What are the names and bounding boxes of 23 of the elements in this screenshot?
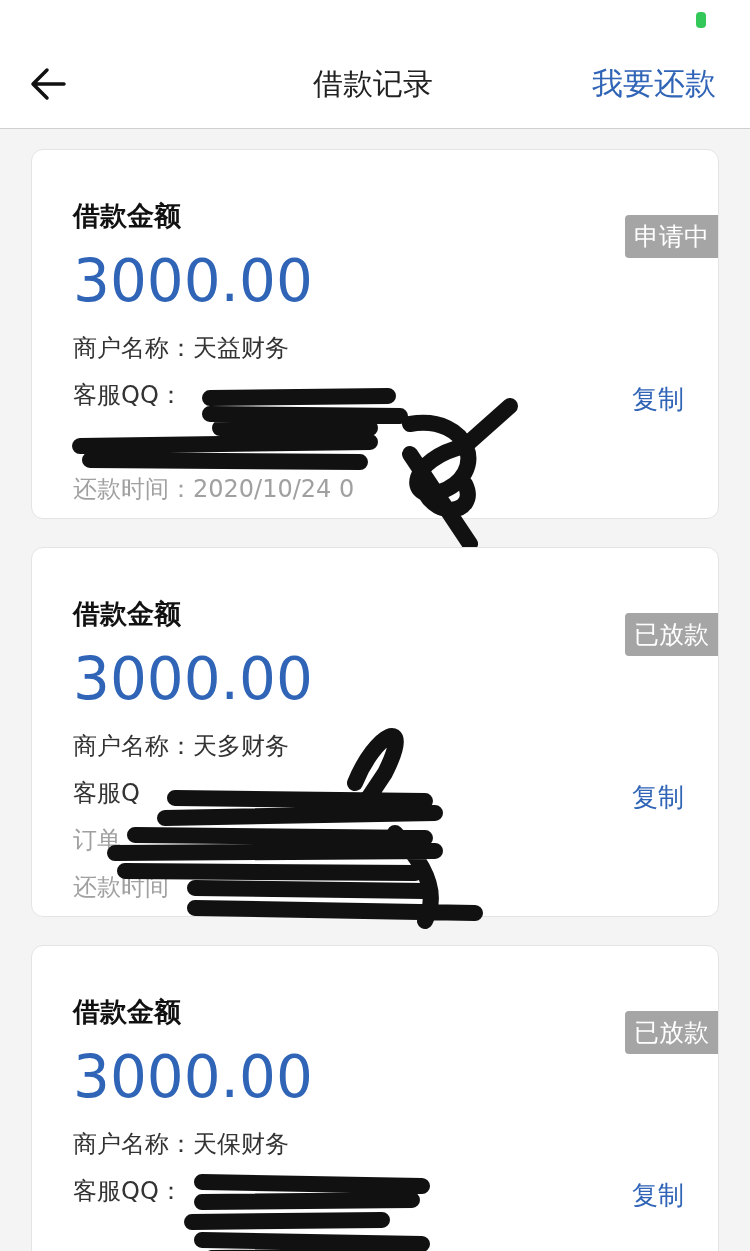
card-title: 借款金额 xyxy=(73,597,181,631)
merchant-name: 商户名称：天多财务 xyxy=(73,730,289,762)
service-qq: 客服QQ： xyxy=(73,1175,183,1207)
merchant-name: 商户名称：天益财务 xyxy=(73,332,289,364)
repay-link[interactable]: 我要还款 xyxy=(592,63,716,105)
status-indicator-icon xyxy=(696,12,706,28)
back-arrow-icon[interactable] xyxy=(30,66,66,102)
copy-button[interactable]: 复制 xyxy=(632,1178,684,1213)
loan-amount: 3000.00 xyxy=(73,644,313,715)
card-title: 借款金额 xyxy=(73,199,181,233)
status-badge: 已放款 xyxy=(625,613,718,656)
card-title: 借款金额 xyxy=(73,995,181,1029)
page-title: 借款记录 xyxy=(313,64,433,103)
status-badge: 申请中 xyxy=(625,215,718,258)
loan-amount: 3000.00 xyxy=(73,1042,313,1113)
service-qq: 客服Q xyxy=(73,777,140,809)
copy-button[interactable]: 复制 xyxy=(632,382,684,417)
status-badge: 已放款 xyxy=(625,1011,718,1054)
repay-time: 还款时间：2020/10/24 0 xyxy=(73,473,355,505)
service-qq: 客服QQ： xyxy=(73,379,183,411)
merchant-name: 商户名称：天保财务 xyxy=(73,1128,289,1160)
loan-amount: 3000.00 xyxy=(73,246,313,317)
copy-button[interactable]: 复制 xyxy=(632,780,684,815)
